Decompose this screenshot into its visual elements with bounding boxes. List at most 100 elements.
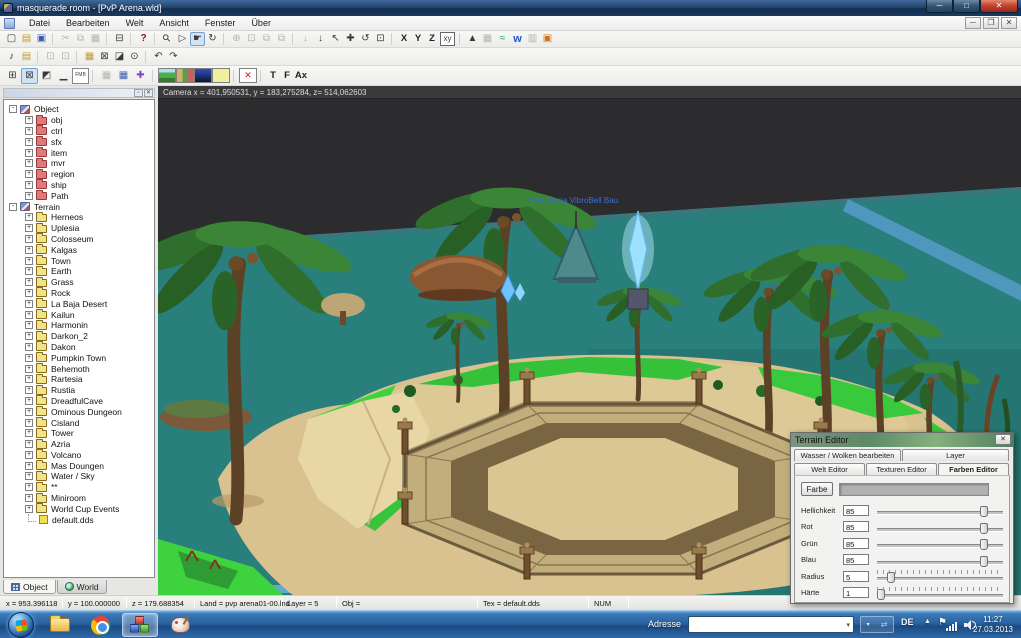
tree-item[interactable]: Tower	[4, 428, 154, 439]
help-icon[interactable]: ?	[136, 32, 151, 46]
terrain-editor-tab[interactable]: Farben Editor	[938, 463, 1009, 475]
expander-icon[interactable]	[25, 354, 33, 362]
drop-icon[interactable]: ↓	[313, 32, 328, 46]
pane-header[interactable]: ▫ ✕	[3, 88, 155, 98]
tree-item[interactable]: Pumpkin Town	[4, 352, 154, 363]
grid-pointer-icon[interactable]: ◩	[38, 68, 55, 84]
expander-icon[interactable]	[25, 278, 33, 286]
hidden-icons-arrow[interactable]: ▲	[924, 618, 931, 625]
tray-dropdown-icon[interactable]: ▾	[867, 621, 870, 628]
mdi-document-icon[interactable]	[4, 18, 15, 29]
text-f-button[interactable]: F	[280, 68, 294, 84]
unlink-icon[interactable]: ⊡	[58, 50, 73, 64]
expander-icon[interactable]	[25, 386, 33, 394]
sep[interactable]	[76, 51, 79, 63]
pick-arrow-icon[interactable]: ↖	[328, 32, 343, 46]
tree-item[interactable]: DreadfulCave	[4, 396, 154, 407]
scene-tree[interactable]: Object obj ctrl	[3, 99, 155, 578]
expander-icon[interactable]	[25, 257, 33, 265]
sep[interactable]	[37, 51, 40, 63]
tree-item[interactable]: Colosseum	[4, 234, 154, 245]
expander-icon[interactable]	[25, 483, 33, 491]
copy-icon[interactable]: ⧉	[73, 32, 88, 46]
orbit-icon[interactable]: ↻	[205, 32, 220, 46]
expander-icon[interactable]	[25, 127, 33, 135]
expander-icon[interactable]	[25, 116, 33, 124]
window-titlebar[interactable]: masquerade.room - [PvP Arena.wld] ─ □ ✕	[0, 0, 1021, 16]
terrain-editor-dialog[interactable]: Terrain Editor ✕ Wasser / Wolken bearbei…	[790, 432, 1014, 604]
print-icon[interactable]: ⊟	[112, 32, 127, 46]
tree-item[interactable]: obj	[4, 115, 154, 126]
slider-track[interactable]	[877, 536, 1003, 550]
fmb-button[interactable]: FMB	[72, 68, 89, 84]
expander-icon[interactable]	[25, 159, 33, 167]
color-swatch[interactable]	[839, 483, 989, 496]
expander-icon[interactable]	[25, 213, 33, 221]
expander-icon[interactable]	[9, 203, 17, 211]
mdi-close-button[interactable]: ✕	[1001, 17, 1017, 29]
pane-close-icon[interactable]: ✕	[144, 89, 153, 97]
expander-icon[interactable]	[25, 505, 33, 513]
tree-item[interactable]: Rustia	[4, 385, 154, 396]
slider-track[interactable]	[877, 520, 1003, 534]
slider-thumb[interactable]	[877, 589, 885, 600]
terrain-editor-tab[interactable]: Layer	[902, 449, 1009, 461]
close-button[interactable]: ✕	[980, 0, 1018, 13]
tray-toolbar[interactable]: ▾ ⇄	[860, 616, 894, 633]
expander-icon[interactable]	[25, 192, 33, 200]
expander-icon[interactable]	[25, 267, 33, 275]
axis-xy-button[interactable]: xy	[440, 32, 455, 46]
terrain-editor-tab[interactable]: Texturen Editor	[866, 463, 937, 475]
dropdown-arrow-icon[interactable]: ▾	[846, 621, 850, 629]
expander-icon[interactable]	[25, 343, 33, 351]
dialog-titlebar[interactable]: Terrain Editor ✕	[791, 433, 1013, 447]
expander-icon[interactable]	[25, 138, 33, 146]
mdi-restore-button[interactable]: ❐	[983, 17, 999, 29]
tree-item[interactable]: mvr	[4, 158, 154, 169]
tree-item[interactable]: item	[4, 147, 154, 158]
sep[interactable]	[223, 33, 226, 45]
undo-icon[interactable]: ↶	[151, 50, 166, 64]
slider-value-field[interactable]: 85	[843, 554, 869, 565]
slider-track[interactable]	[877, 503, 1003, 517]
expander-icon[interactable]	[25, 289, 33, 297]
slider-thumb[interactable]	[980, 556, 988, 567]
tree-item[interactable]: Dakon	[4, 342, 154, 353]
expander-icon[interactable]	[25, 321, 33, 329]
tree-item[interactable]: Grass	[4, 277, 154, 288]
tree-item[interactable]: Kailun	[4, 309, 154, 320]
prev-view-icon[interactable]: ⧉	[259, 32, 274, 46]
slider-track[interactable]	[877, 569, 1003, 583]
sep[interactable]	[391, 33, 394, 45]
gradient-brush-icon[interactable]: ≈	[495, 32, 510, 46]
shovel-icon[interactable]: ◪	[112, 50, 127, 64]
drop-soft-icon[interactable]: ↓	[298, 32, 313, 46]
next-view-icon[interactable]: ⧉	[274, 32, 289, 46]
new-icon[interactable]: ▢	[4, 32, 19, 46]
tree-item[interactable]: World Cup Events	[4, 503, 154, 514]
slider-thumb[interactable]	[980, 523, 988, 534]
pane-pin-icon[interactable]: ▫	[134, 89, 143, 97]
pack-icon[interactable]: ▤	[19, 50, 34, 64]
scale-icon[interactable]: ⊡	[373, 32, 388, 46]
expander-icon[interactable]	[25, 170, 33, 178]
tree-item[interactable]: Miniroom	[4, 493, 154, 504]
slider-value-field[interactable]: 85	[843, 538, 869, 549]
tree-item-default-dds[interactable]: default.dds	[4, 514, 154, 525]
tree-item[interactable]: Azria	[4, 439, 154, 450]
sep[interactable]	[152, 70, 155, 82]
chip-delete-button[interactable]: ✕	[239, 68, 257, 83]
tree-item[interactable]: Rock	[4, 288, 154, 299]
tree-item[interactable]: Herneos	[4, 212, 154, 223]
adresse-input[interactable]: ▾	[688, 616, 854, 633]
mdi-minimize-button[interactable]: ─	[965, 17, 981, 29]
expander-icon[interactable]	[25, 300, 33, 308]
texture-box-icon[interactable]: ▣	[540, 32, 555, 46]
grid-yellow-icon[interactable]: ▦	[82, 50, 97, 64]
expander-icon[interactable]	[9, 105, 17, 113]
pan-hand-icon[interactable]: ☛	[190, 32, 205, 46]
grid-add-icon[interactable]: ✚	[132, 68, 149, 84]
zoom-in-icon[interactable]: ⊕	[229, 32, 244, 46]
grid-border-icon[interactable]: ⊞	[4, 68, 21, 84]
tree-item[interactable]: Volcano	[4, 450, 154, 461]
